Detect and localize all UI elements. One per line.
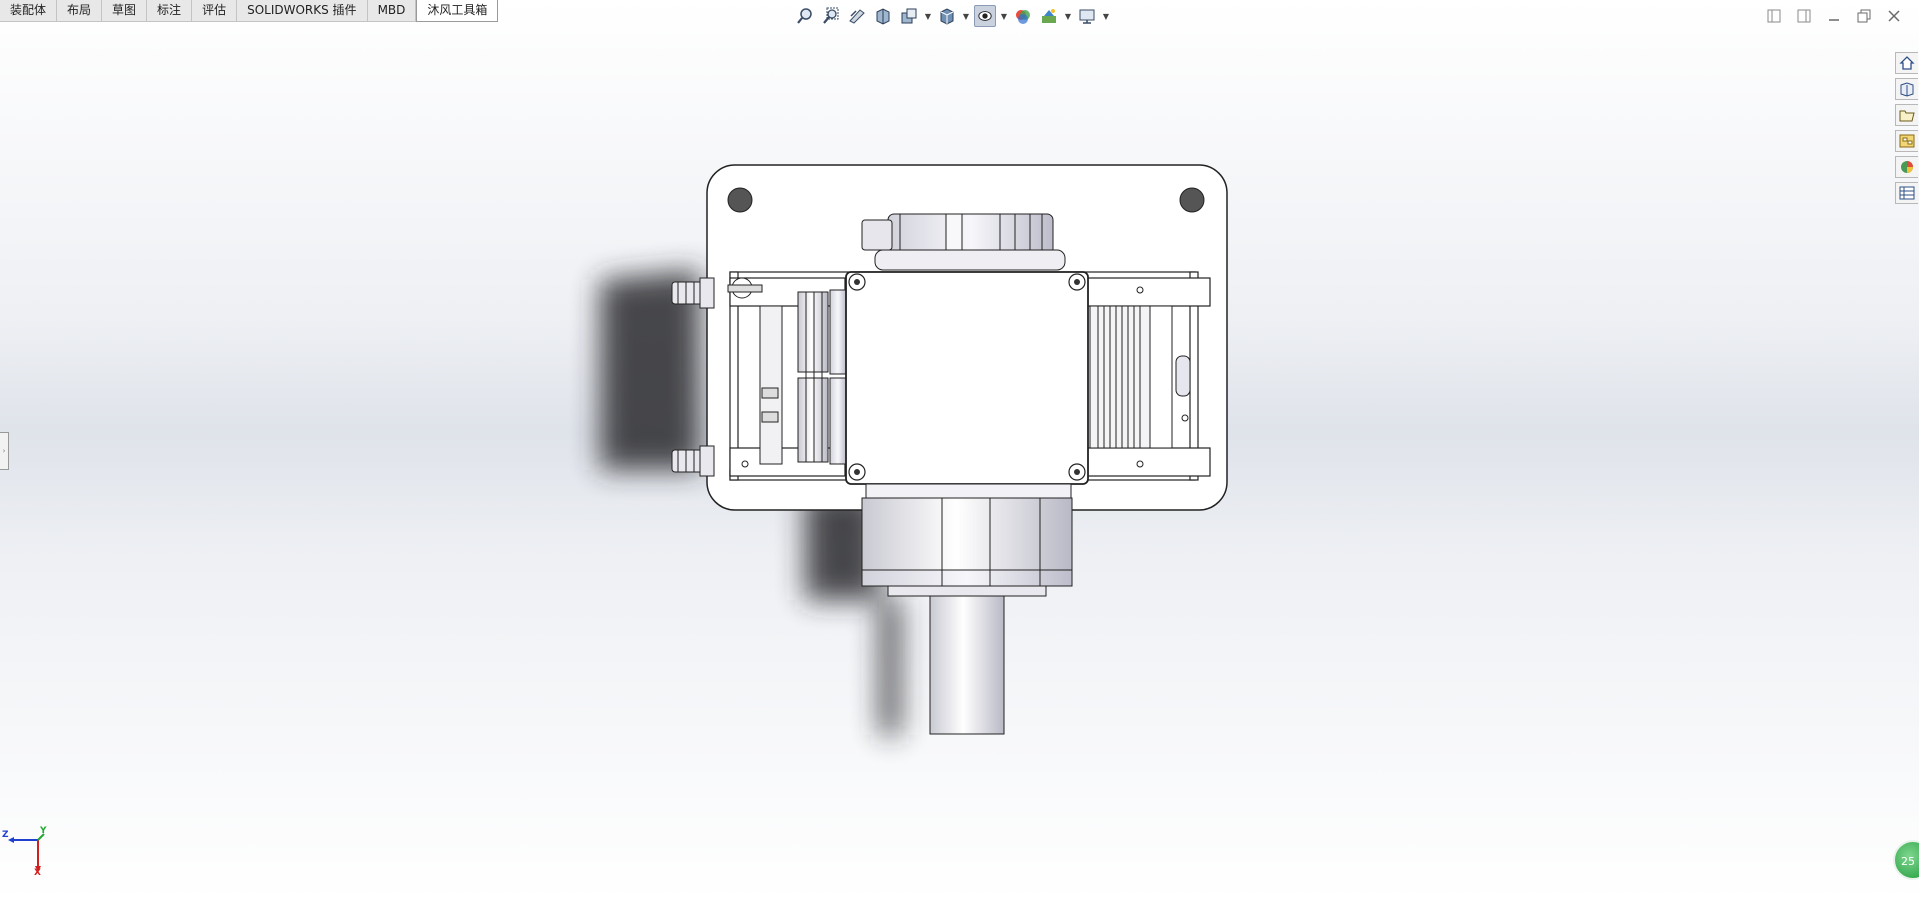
tab-markup[interactable]: 标注 <box>147 0 193 22</box>
chevron-down-icon[interactable]: ▼ <box>1000 12 1008 21</box>
view-settings-icon[interactable] <box>1076 5 1098 27</box>
triad-y-label: Y <box>40 826 47 836</box>
hide-show-items-icon[interactable] <box>1012 5 1034 27</box>
triad-x-label: X <box>34 868 41 878</box>
zoom-to-area-icon[interactable] <box>820 5 842 27</box>
top-motor[interactable] <box>861 213 1066 271</box>
command-manager-tabs: 装配体 布局 草图 标注 评估 SOLIDWORKS 插件 MBD 沐风工具箱 <box>0 0 499 22</box>
chevron-down-icon[interactable]: ▼ <box>962 12 970 21</box>
restore-icon[interactable] <box>1855 8 1873 24</box>
tab-mbd[interactable]: MBD <box>367 0 417 22</box>
tab-mufeng-toolbox[interactable]: 沐风工具箱 <box>416 0 499 22</box>
lower-gearbox[interactable] <box>861 483 1073 597</box>
display-style-icon[interactable] <box>974 5 996 27</box>
custom-properties-icon[interactable] <box>1894 182 1918 204</box>
reference-triad: Z Y X <box>2 826 52 878</box>
central-housing[interactable] <box>845 271 1089 485</box>
minimize-icon[interactable] <box>1825 8 1843 24</box>
close-icon[interactable] <box>1885 8 1903 24</box>
view-palette-icon[interactable] <box>1894 130 1918 152</box>
previous-view-icon[interactable] <box>846 5 868 27</box>
home-icon[interactable] <box>1894 52 1918 74</box>
tile-left-icon[interactable] <box>1765 8 1783 24</box>
design-library-icon[interactable] <box>1894 78 1918 100</box>
tab-assembly[interactable]: 装配体 <box>0 0 58 22</box>
section-view-icon[interactable] <box>872 5 894 27</box>
dynamic-annotation-icon[interactable] <box>898 5 920 27</box>
tab-solidworks-addins[interactable]: SOLIDWORKS 插件 <box>237 0 368 22</box>
triad-z-label: Z <box>2 830 9 840</box>
appearances-icon[interactable] <box>1894 156 1918 178</box>
tab-layout[interactable]: 布局 <box>57 0 103 22</box>
chevron-down-icon[interactable]: ▼ <box>924 12 932 21</box>
zoom-to-fit-icon[interactable] <box>794 5 816 27</box>
heads-up-view-toolbar: ▼ ▼ ▼ ▼ ▼ <box>794 4 1110 28</box>
tab-evaluate[interactable]: 评估 <box>192 0 238 22</box>
tab-sketch[interactable]: 草图 <box>102 0 148 22</box>
file-explorer-icon[interactable] <box>1894 104 1918 126</box>
chevron-down-icon[interactable]: ▼ <box>1064 12 1072 21</box>
chevron-right-icon: › <box>2 447 6 455</box>
view-orientation-icon[interactable] <box>936 5 958 27</box>
chevron-down-icon[interactable]: ▼ <box>1102 12 1110 21</box>
edit-appearance-icon[interactable] <box>1038 5 1060 27</box>
tile-right-icon[interactable] <box>1795 8 1813 24</box>
task-pane <box>1893 52 1919 204</box>
document-window-controls <box>1765 8 1903 24</box>
graphics-area[interactable] <box>0 0 1919 900</box>
feature-manager-toggle[interactable]: › <box>0 432 9 470</box>
output-shaft[interactable] <box>929 595 1005 735</box>
